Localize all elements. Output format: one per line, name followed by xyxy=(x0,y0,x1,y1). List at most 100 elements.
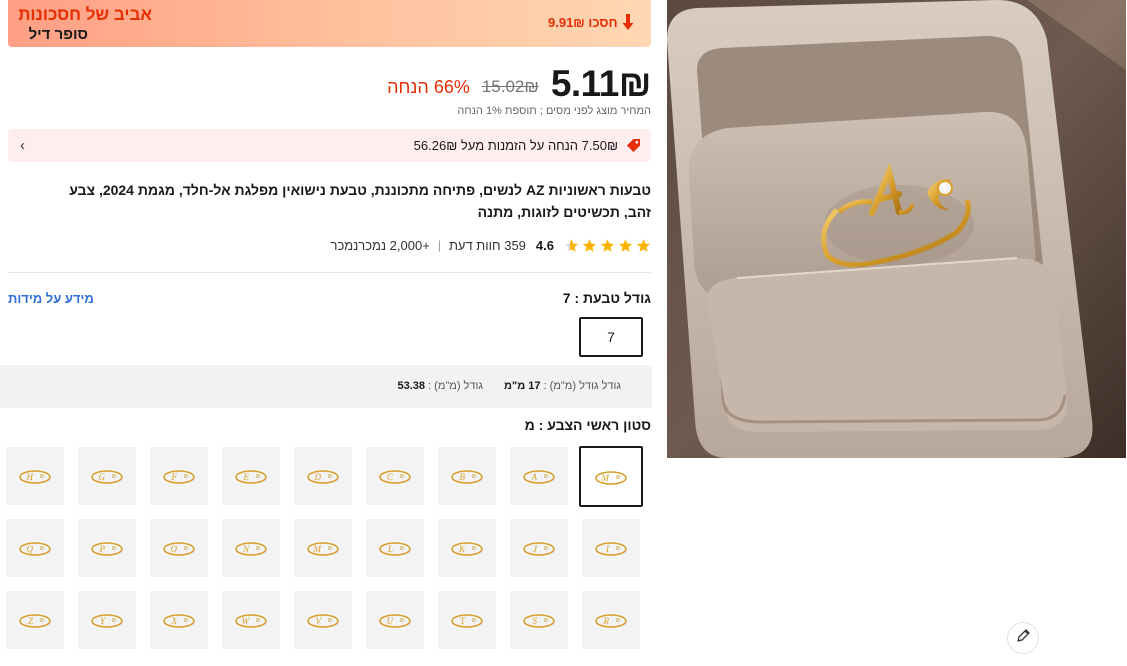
review-count[interactable]: 359 חוות דעת xyxy=(449,238,526,253)
color-swatch[interactable]: X xyxy=(150,591,208,649)
measure-circumference: גודל (מ"מ) : 53.38 xyxy=(397,380,483,392)
ring-thumbnail-icon: M xyxy=(595,470,627,485)
svg-text:P: P xyxy=(99,544,106,554)
color-swatch[interactable]: V xyxy=(294,591,352,649)
super-deal-banner[interactable]: אביב של חסכונות סופר דיל חסכו 9.91₪ xyxy=(8,0,651,47)
product-info-panel: אביב של חסכונות סופר דיל חסכו 9.91₪ 5.11… xyxy=(0,0,652,666)
svg-text:W: W xyxy=(242,616,251,626)
color-swatch[interactable]: P xyxy=(78,519,136,577)
svg-text:U: U xyxy=(387,616,394,626)
color-label: סטון ראשי הצבע : מ xyxy=(524,417,651,433)
rating-value: 4.6 xyxy=(535,237,554,253)
ring-thumbnail-icon: R xyxy=(595,614,627,628)
deal-subtitle: סופר דיל xyxy=(28,26,88,43)
svg-text:F: F xyxy=(171,472,178,482)
color-swatch[interactable]: L xyxy=(366,519,424,577)
ring-thumbnail-icon: I xyxy=(595,542,627,556)
coupon-bar[interactable]: 7.50₪ הנחה על הזמנות מעל 56.26₪ › xyxy=(8,129,651,162)
star-icon xyxy=(564,238,579,252)
ring-thumbnail-icon: M xyxy=(307,542,339,556)
svg-text:D: D xyxy=(314,472,322,482)
color-swatch[interactable]: F xyxy=(150,447,208,505)
color-swatch[interactable]: I xyxy=(582,519,640,577)
svg-text:Q: Q xyxy=(27,544,34,554)
ring-thumbnail-icon: S xyxy=(523,614,555,628)
ring-thumbnail-icon: X xyxy=(163,614,195,628)
ring-thumbnail-icon: L xyxy=(379,542,411,556)
original-price: 15.02₪ xyxy=(481,77,539,96)
edit-button[interactable] xyxy=(1007,622,1039,654)
star-icon xyxy=(600,238,615,252)
down-arrow-icon xyxy=(622,13,634,36)
color-swatch[interactable]: B xyxy=(438,447,496,505)
color-swatch[interactable]: R xyxy=(582,591,640,649)
separator: | xyxy=(437,238,441,252)
size-option[interactable]: 7 xyxy=(579,317,643,357)
svg-text:H: H xyxy=(26,472,34,482)
product-image[interactable] xyxy=(667,0,1126,458)
color-swatch[interactable]: S xyxy=(510,591,568,649)
svg-text:S: S xyxy=(533,616,538,626)
chevron-left-icon[interactable]: › xyxy=(20,137,25,154)
svg-text:M: M xyxy=(601,473,610,483)
ring-thumbnail-icon: D xyxy=(307,470,339,484)
star-icon xyxy=(636,238,651,252)
svg-text:Z: Z xyxy=(28,616,34,626)
ring-thumbnail-icon: Q xyxy=(19,542,51,556)
ring-thumbnail-icon: E xyxy=(235,470,267,484)
color-swatch[interactable]: U xyxy=(366,591,424,649)
color-swatch[interactable]: T xyxy=(438,591,496,649)
svg-text:B: B xyxy=(460,472,466,482)
color-swatch[interactable]: H xyxy=(6,447,64,505)
color-swatch[interactable]: Y xyxy=(78,591,136,649)
ring-thumbnail-icon: C xyxy=(379,470,411,484)
color-swatch[interactable]: K xyxy=(438,519,496,577)
svg-text:E: E xyxy=(243,472,250,482)
coupon-tag-icon xyxy=(626,138,641,158)
pencil-icon xyxy=(1015,628,1031,649)
color-swatch[interactable]: M xyxy=(579,446,643,507)
color-swatch[interactable]: A xyxy=(510,447,568,505)
svg-text:G: G xyxy=(99,472,106,482)
size-measurements: גודל גודל (מ"מ) : 17 מ"מ גודל (מ"מ) : 53… xyxy=(0,365,652,408)
color-swatch[interactable]: C xyxy=(366,447,424,505)
ring-thumbnail-icon: K xyxy=(451,542,483,556)
ring-thumbnail-icon: O xyxy=(163,542,195,556)
color-swatch[interactable]: N xyxy=(222,519,280,577)
size-info-link[interactable]: מידע על מידות xyxy=(8,291,94,306)
measure-diameter: גודל גודל (מ"מ) : 17 מ"מ xyxy=(504,380,621,392)
svg-text:L: L xyxy=(387,544,393,554)
ring-thumbnail-icon: N xyxy=(235,542,267,556)
svg-text:J: J xyxy=(533,544,538,554)
ring-thumbnail-icon: G xyxy=(91,470,123,484)
color-swatch[interactable]: W xyxy=(222,591,280,649)
color-swatch[interactable]: O xyxy=(150,519,208,577)
svg-text:T: T xyxy=(460,616,466,626)
size-label: גודל טבעת : 7 xyxy=(562,290,651,306)
ring-thumbnail-icon: Y xyxy=(91,614,123,628)
svg-text:I: I xyxy=(605,544,610,554)
color-swatch[interactable]: D xyxy=(294,447,352,505)
rating-stars xyxy=(564,238,651,253)
color-swatch[interactable]: M xyxy=(294,519,352,577)
color-swatch[interactable]: Z xyxy=(6,591,64,649)
svg-text:O: O xyxy=(171,544,178,554)
svg-text:Y: Y xyxy=(100,616,106,626)
ring-thumbnail-icon: H xyxy=(19,470,51,484)
ring-thumbnail-icon: U xyxy=(379,614,411,628)
rating-row[interactable]: 4.6 359 חוות דעת | +2,000 נמכרנמכר xyxy=(331,236,651,254)
ring-thumbnail-icon: W xyxy=(235,614,267,628)
color-swatch[interactable]: E xyxy=(222,447,280,505)
svg-text:V: V xyxy=(316,616,323,626)
product-title: טבעות ראשוניות AZ לנשים, פתיחה מתכוננת, … xyxy=(69,182,651,220)
ring-thumbnail-icon: A xyxy=(523,470,555,484)
price-row: 5.11₪ 15.02₪ 66% הנחה xyxy=(387,58,651,104)
svg-text:R: R xyxy=(603,616,610,626)
color-swatch[interactable]: J xyxy=(510,519,568,577)
ring-thumbnail-icon: J xyxy=(523,542,555,556)
color-swatch[interactable]: Q xyxy=(6,519,64,577)
ring-thumbnail-icon: P xyxy=(91,542,123,556)
color-swatch[interactable]: G xyxy=(78,447,136,505)
star-icon xyxy=(618,238,633,252)
sold-count: +2,000 נמכרנמכר xyxy=(330,237,430,253)
